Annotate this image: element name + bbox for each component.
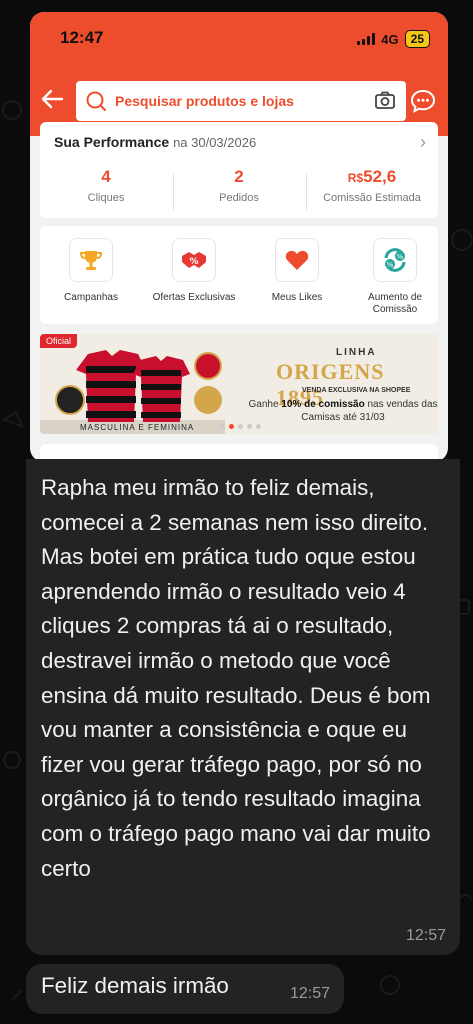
banner-caption: MASCULINA E FEMININA [80,423,195,432]
camera-icon[interactable] [374,90,396,112]
performance-title: Sua Performance na 30/03/2026 [54,134,257,150]
shortcut-likes[interactable]: Meus Likes [252,238,342,304]
chevron-right-icon[interactable]: › [420,132,426,153]
message-bubble[interactable]: Feliz demais irmão 12:57 [26,964,344,1014]
status-indicators: 4G 25 [357,30,430,48]
search-icon [86,91,106,111]
stat-commission: R$52,6 Comissão Estimada [323,167,421,204]
banner-exclusive: VENDA EXCLUSIVA NA SHOPEE [302,387,411,394]
banner-line: LINHA [336,347,377,358]
performance-date: na 30/03/2026 [173,135,257,150]
handshake-icon: % [172,238,216,282]
shortcut-campanhas[interactable]: Campanhas [46,238,136,304]
message-bubble[interactable]: Rapha meu irmão to feliz demais, comecei… [26,459,460,955]
message-text: Rapha meu irmão to feliz demais, comecei… [41,475,431,881]
shortcut-ofertas[interactable]: % Ofertas Exclusivas [149,238,239,304]
percent-cycle-icon: % % [373,238,417,282]
heart-icon [275,238,319,282]
back-arrow-icon[interactable] [40,86,66,112]
network-label: 4G [381,31,399,47]
signal-icon [357,33,376,45]
status-time: 12:47 [60,28,104,47]
battery-icon: 25 [404,30,430,48]
svg-text:%: % [189,257,198,267]
chat-icon[interactable] [410,88,436,114]
shortcut-aumento[interactable]: % % Aumento de Comissão [350,238,440,316]
svg-text:%: % [387,261,394,269]
promo-banner[interactable]: Oficial MASCULINA E FEMININA LINHA ORIGE… [40,334,438,434]
carousel-dots[interactable] [220,424,261,429]
status-bar: 12:47 4G 25 [30,12,448,64]
trophy-icon [69,238,113,282]
shortcut-grid: Campanhas % Ofertas Exclusivas Meus Like… [40,226,438,324]
message-time: 12:57 [405,927,446,944]
svg-text:%: % [397,253,404,261]
search-input[interactable]: Pesquisar produtos e lojas [76,81,406,121]
stat-clicks: 4 Cliques [87,167,125,204]
search-placeholder: Pesquisar produtos e lojas [115,93,294,109]
performance-card[interactable]: Sua Performance na 30/03/2026 › 4 Clique… [40,122,438,218]
banner-offer: Ganhe 10% de comissão nas vendas das Cam… [248,399,438,423]
stat-orders: 2 Pedidos [219,167,259,204]
message-text: Feliz demais irmão [41,973,229,998]
shared-screenshot[interactable]: 12:47 4G 25 Pesquisar produtos e lojas S… [30,12,448,462]
jerseys-image [55,350,222,422]
official-badge: Oficial [40,334,78,348]
message-time: 12:57 [289,985,330,1002]
